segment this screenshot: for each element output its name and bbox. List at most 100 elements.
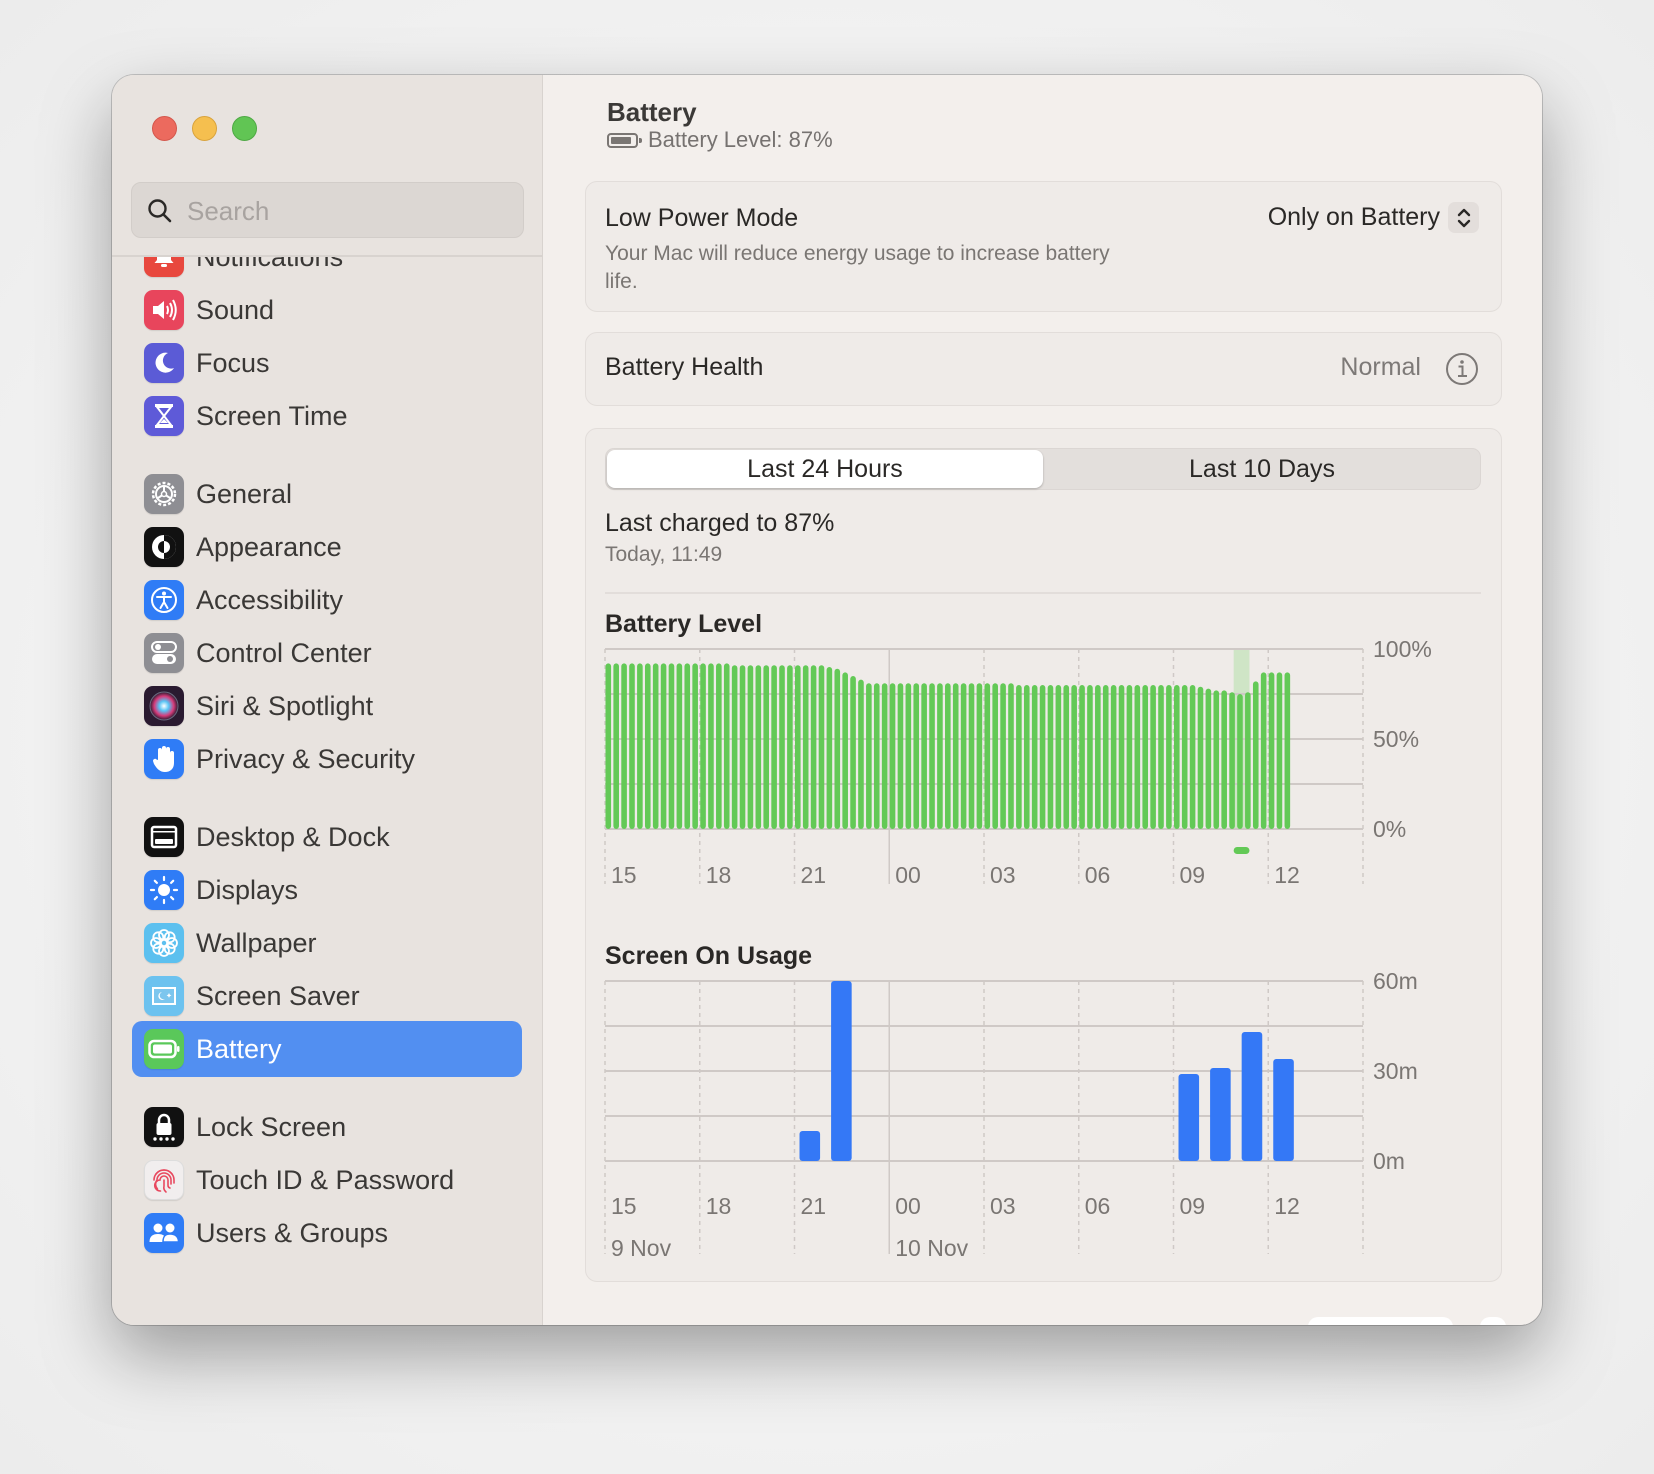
sidebar-item-control-center[interactable]: Control Center <box>132 625 522 681</box>
battery-level-bar <box>716 663 722 829</box>
battery-level-bar <box>968 683 975 829</box>
sidebar-item-label: Displays <box>196 875 299 905</box>
battery-level-bar <box>1221 690 1227 829</box>
battery-level-bar <box>708 663 714 829</box>
y-tick-label: 50% <box>1373 726 1419 752</box>
hand-icon <box>144 739 184 779</box>
battery-level-bar <box>992 683 998 829</box>
battery-icon <box>144 1029 184 1069</box>
settings-window: Search Notifications Sound Focus Screen Tim… <box>112 75 1542 1325</box>
battery-level-bar <box>629 663 635 829</box>
battery-level-bar <box>1189 685 1196 829</box>
zoom-button[interactable] <box>232 116 257 141</box>
sidebar-item-privacy-and-security[interactable]: Privacy & Security <box>132 731 522 787</box>
battery-level-bar <box>1039 685 1046 829</box>
battery-level-bar <box>1063 685 1070 829</box>
sidebar-item-screen-saver[interactable]: Screen Saver <box>132 968 522 1024</box>
sidebar-item-screen-time[interactable]: Screen Time <box>132 388 522 444</box>
flower-icon <box>144 923 184 963</box>
battery-level-bar <box>1229 692 1235 829</box>
close-button[interactable] <box>152 116 177 141</box>
battery-level-bar <box>1079 685 1085 829</box>
screen-usage-bar <box>1273 1059 1294 1161</box>
sidebar-item-label: Accessibility <box>196 585 344 615</box>
battery-level-bar <box>1205 688 1212 829</box>
battery-level-bar <box>723 663 730 829</box>
battery-level-bar <box>945 683 951 829</box>
screensaver-icon <box>144 976 184 1016</box>
page-title: Battery <box>607 97 697 127</box>
sidebar-item-label: Notifications <box>196 257 344 272</box>
battery-level-bar <box>1284 672 1291 829</box>
speaker-icon <box>144 290 184 330</box>
battery-level-bar <box>834 668 841 829</box>
info-icon[interactable] <box>1445 352 1479 386</box>
chevron-up-down-icon[interactable] <box>1448 202 1479 233</box>
battery-level-bar <box>873 683 880 829</box>
battery-level-bar <box>1252 681 1259 829</box>
low-power-mode-select[interactable]: Only on Battery <box>1268 202 1479 233</box>
sidebar-item-label: Battery <box>196 1034 282 1064</box>
battery-level-bar <box>787 665 793 829</box>
minimize-button[interactable] <box>192 116 217 141</box>
hourglass-icon <box>144 396 184 436</box>
sidebar-item-label: Appearance <box>196 532 342 562</box>
accessibility-icon <box>144 580 184 620</box>
battery-level-bar <box>826 667 833 829</box>
low-power-mode-description: Your Mac will reduce energy usage to inc… <box>605 242 1110 293</box>
sidebar-item-label: Screen Time <box>196 401 348 431</box>
x-tick-label: 09 <box>1180 1193 1206 1219</box>
sidebar-item-label: Users & Groups <box>196 1218 389 1248</box>
battery-level-bar <box>747 665 754 829</box>
screen-usage-bar <box>1210 1068 1231 1161</box>
search-icon <box>148 199 172 223</box>
battery-level-bar <box>1276 672 1283 829</box>
users-icon <box>144 1213 184 1253</box>
battery-level-bar <box>1174 685 1180 829</box>
sun-icon <box>144 870 184 910</box>
battery-level-status: Battery Level: 87% <box>607 127 833 153</box>
battery-level-bar <box>1071 685 1077 829</box>
y-tick-label: 0m <box>1373 1148 1405 1174</box>
battery-level-bar <box>1237 694 1243 829</box>
sidebar-item-siri-and-spotlight[interactable]: Siri & Spotlight <box>132 678 522 734</box>
battery-level-bar <box>960 683 967 829</box>
battery-level-bar <box>881 683 888 829</box>
content-pane: Battery Battery Level: 87% Low Power Mod… <box>543 75 1542 1325</box>
sidebar-item-sound[interactable]: Sound <box>132 282 522 338</box>
sidebar-item-desktop-and-dock[interactable]: Desktop & Dock <box>132 809 522 865</box>
battery-level-bar <box>850 676 856 829</box>
sidebar-item-focus[interactable]: Focus <box>132 335 522 391</box>
sidebar-item-appearance[interactable]: Appearance <box>132 519 522 575</box>
x-tick-label: 09 <box>1180 862 1206 888</box>
search-field[interactable]: Search <box>131 182 524 238</box>
sidebar-item-general[interactable]: General <box>132 466 522 522</box>
x-tick-label: 15 <box>611 862 637 888</box>
sidebar-item-notifications[interactable]: Notifications <box>132 257 522 285</box>
x-tick-label: 12 <box>1274 862 1300 888</box>
battery-level-bar <box>676 663 683 829</box>
battery-level-bar <box>652 663 659 829</box>
usage-history-card: Last 24 Hours Last 10 Days Last charged … <box>585 428 1502 1282</box>
x-tick-label: 03 <box>990 862 1016 888</box>
battery-level-bar <box>731 665 738 829</box>
help-button-partial[interactable] <box>1480 1317 1506 1325</box>
battery-level-bar <box>1087 685 1093 829</box>
battery-level-bar <box>763 665 770 829</box>
sidebar-item-wallpaper[interactable]: Wallpaper <box>132 915 522 971</box>
battery-level-bar <box>1095 685 1101 829</box>
battery-level-bar <box>1268 672 1275 829</box>
sidebar-item-users-and-groups[interactable]: Users & Groups <box>132 1205 522 1261</box>
sidebar-item-battery[interactable]: Battery <box>132 1021 522 1077</box>
sidebar-item-lock-screen[interactable]: Lock Screen <box>132 1099 522 1155</box>
battery-level-bar <box>1245 692 1251 829</box>
battery-level-bar <box>1016 685 1022 829</box>
sidebar-item-touch-id-and-password[interactable]: Touch ID & Password <box>132 1152 522 1208</box>
sidebar-item-accessibility[interactable]: Accessibility <box>132 572 522 628</box>
footer-button-partial[interactable] <box>1308 1317 1453 1325</box>
low-power-mode-card: Low Power Mode Your Mac will reduce ener… <box>585 181 1502 312</box>
battery-level-bar <box>889 683 896 829</box>
battery-level-bar <box>637 663 643 829</box>
battery-level-bar <box>858 679 864 829</box>
sidebar-item-displays[interactable]: Displays <box>132 862 522 918</box>
